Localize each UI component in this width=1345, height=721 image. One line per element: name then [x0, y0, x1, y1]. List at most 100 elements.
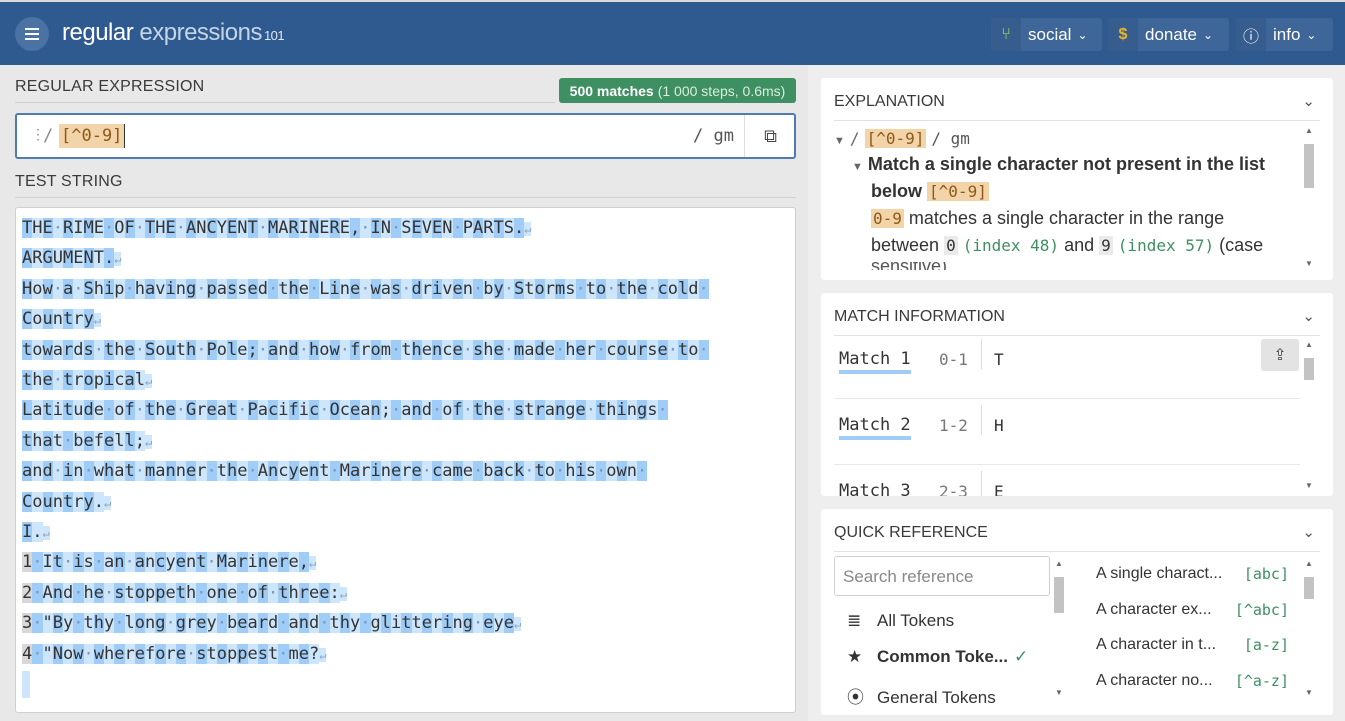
scroll-up-icon[interactable]: ▲: [1303, 559, 1315, 568]
matched-char: t: [268, 643, 279, 664]
reference-item[interactable]: A character in t... [a-z]: [1096, 636, 1289, 654]
scroll-thumb[interactable]: [1304, 577, 1314, 599]
matched-char: i: [329, 278, 340, 299]
matched-char: g: [462, 613, 473, 634]
chevron-down-icon[interactable]: ⌄: [1302, 307, 1315, 325]
matched-char: R: [288, 218, 299, 238]
matched-char: o: [134, 613, 145, 634]
matched-char: s: [647, 400, 658, 421]
scroll-thumb[interactable]: [1304, 144, 1314, 188]
matched-char: ·: [585, 400, 596, 421]
matched-char: ·: [63, 430, 74, 451]
matched-char: o: [32, 491, 43, 512]
scroll-down-icon[interactable]: ▼: [1303, 688, 1315, 697]
matched-char: o: [32, 309, 43, 330]
matched-char: n: [370, 400, 381, 421]
scroll-down-icon[interactable]: ▼: [1303, 259, 1315, 268]
category-all-tokens[interactable]: ≣ All Tokens: [847, 611, 954, 631]
explanation-between: between 0 (index 48) and 9 (index 57) (c…: [871, 235, 1263, 256]
matched-char: ·: [268, 582, 279, 603]
matched-char: a: [104, 552, 115, 573]
matched-char: c: [268, 400, 279, 421]
matched-char: E: [339, 218, 350, 238]
scroll-thumb[interactable]: [1054, 577, 1064, 613]
matched-char: e: [575, 400, 586, 421]
explanation-scrollbar[interactable]: ▲ ▼: [1303, 126, 1315, 268]
test-string-line: 2·And·he·stoppeth·one·of·three:↵: [22, 580, 347, 607]
scroll-down-icon[interactable]: ▼: [1303, 481, 1315, 490]
scroll-up-icon[interactable]: ▲: [1303, 126, 1315, 135]
menu-button[interactable]: [15, 17, 49, 51]
scroll-thumb[interactable]: [1304, 358, 1314, 380]
matched-char: e: [452, 339, 463, 360]
reference-item[interactable]: A single charact... [abc]: [1096, 565, 1289, 583]
scroll-down-icon[interactable]: ▼: [1053, 688, 1065, 697]
match-range: 2-3: [939, 482, 968, 496]
matched-char: t: [401, 613, 412, 634]
matched-char: ·: [134, 218, 145, 238]
matched-char: h: [606, 400, 617, 421]
matched-char: ·: [52, 218, 63, 238]
category-common-tokens[interactable]: ★ Common Toke... ✓: [847, 647, 1028, 667]
matched-char: e: [391, 461, 402, 482]
matched-char: c: [442, 339, 453, 360]
social-button[interactable]: ⑂ social ⌄: [991, 18, 1102, 51]
matched-char: e: [298, 278, 309, 299]
matched-char: n: [114, 552, 125, 573]
caret-down-icon[interactable]: ▼: [852, 161, 863, 173]
matched-char: e: [114, 643, 125, 664]
scroll-up-icon[interactable]: ▲: [1303, 340, 1315, 349]
scroll-up-icon[interactable]: ▲: [1053, 559, 1065, 568]
matched-char: s: [585, 461, 596, 482]
explanation-root: ▼ / [^0-9] / gm: [834, 128, 970, 149]
matched-char: A: [42, 582, 53, 603]
match-row[interactable]: Match 3 2-3 E: [834, 465, 1300, 496]
matched-char: n: [339, 278, 350, 299]
app-logo[interactable]: regular expressions 101: [62, 19, 285, 47]
item-title-2: below: [871, 181, 923, 201]
match-row[interactable]: Match 2 1-2 H: [834, 399, 1300, 465]
matched-char: u: [626, 339, 637, 360]
donate-button[interactable]: $ donate ⌄: [1108, 18, 1229, 51]
matched-char: o: [216, 339, 227, 360]
category-scrollbar[interactable]: ▲ ▼: [1053, 559, 1065, 697]
matched-char: g: [155, 613, 166, 634]
matched-char: t: [63, 370, 74, 390]
match-scrollbar[interactable]: ▲ ▼: [1303, 340, 1315, 490]
matched-char: i: [52, 400, 63, 421]
explanation-title: EXPLANATION: [834, 93, 945, 110]
chevron-down-icon[interactable]: ⌄: [1302, 92, 1315, 110]
matched-char: ·: [473, 278, 484, 299]
matched-char: M: [63, 248, 74, 269]
info-button[interactable]: ⓘ info ⌄: [1236, 18, 1333, 51]
regex-input[interactable]: ⋮ / [^0-9] / gm ⧉: [15, 113, 796, 159]
matched-char: t: [83, 613, 94, 634]
match-range: 1-2: [939, 416, 968, 435]
matched-char: d: [268, 613, 279, 634]
regex-flags[interactable]: / gm: [693, 126, 734, 146]
reference-item[interactable]: A character ex... [^abc]: [1096, 601, 1289, 619]
matched-char: E: [411, 218, 422, 238]
chevron-down-icon[interactable]: ⌄: [1302, 523, 1315, 541]
matched-char: o: [319, 339, 330, 360]
matched-char: e: [165, 582, 176, 603]
matched-char: s: [83, 339, 94, 360]
matched-char: t: [534, 461, 545, 482]
matched-char: s: [473, 339, 484, 360]
search-reference-input[interactable]: Search reference: [834, 556, 1050, 596]
matched-char: c: [432, 461, 443, 482]
matched-char: b: [227, 613, 238, 634]
matched-char: G: [42, 248, 53, 269]
test-string-editor[interactable]: THE·RIME·OF·THE·ANCYENT·MARINERE,·IN·SEV…: [15, 207, 796, 713]
reference-item[interactable]: A character no... [^a-z]: [1096, 672, 1289, 690]
reference-scrollbar[interactable]: ▲ ▼: [1303, 559, 1315, 697]
category-general-tokens[interactable]: ⦿ General Tokens: [847, 683, 996, 708]
regex-pattern[interactable]: [^0-9]: [59, 124, 126, 148]
range-text: matches a single character in the range: [908, 208, 1225, 228]
matched-char: o: [32, 278, 43, 299]
matched-char: h: [83, 582, 94, 603]
match-row[interactable]: Match 1 0-1 T: [834, 333, 1300, 399]
caret-down-icon[interactable]: ▼: [834, 135, 845, 147]
copy-icon[interactable]: ⧉: [744, 115, 796, 157]
matched-char: e: [544, 339, 555, 360]
